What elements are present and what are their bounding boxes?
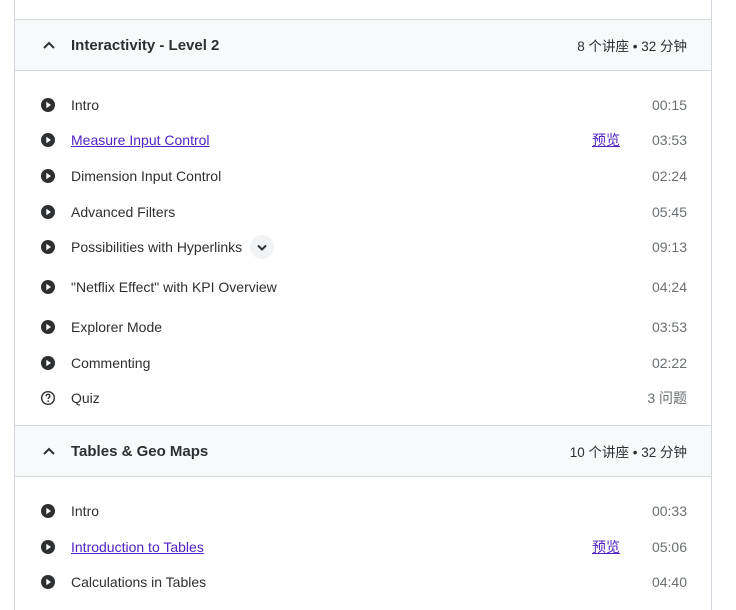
lecture-item[interactable]: Possibilities with Hyperlinks 09:13 <box>15 229 711 265</box>
section-meta: 10 个讲座 • 32 分钟 <box>569 445 687 461</box>
lecture-title: Calculations in Tables <box>71 574 207 591</box>
lecture-title: Advanced Filters <box>71 203 176 220</box>
lecture-title-link[interactable]: Introduction to Tables <box>71 539 592 555</box>
quiz-item[interactable]: Quiz 3 问题 <box>15 381 711 417</box>
lecture-duration: 02:24 <box>651 167 687 184</box>
play-circle-icon <box>41 133 55 148</box>
play-circle-icon <box>41 355 55 370</box>
play-circle-icon <box>41 280 55 295</box>
lecture-item[interactable]: Dimension Input Control 02:24 <box>15 158 711 194</box>
section-interactivity-level-2: Interactivity - Level 2 8 个讲座 • 32 分钟 In… <box>15 19 711 425</box>
lecture-duration: 02:22 <box>651 354 687 371</box>
lecture-duration: 04:24 <box>651 279 687 296</box>
lecture-duration: 00:15 <box>651 96 687 113</box>
course-curriculum: Interactivity - Level 2 8 个讲座 • 32 分钟 In… <box>14 0 712 610</box>
section-title: Tables & Geo Maps <box>71 442 209 460</box>
question-circle-icon <box>40 391 56 406</box>
chevron-up-icon <box>41 37 57 53</box>
section-title: Interactivity - Level 2 <box>71 36 220 54</box>
lecture-duration: 00:33 <box>651 502 687 519</box>
lecture-title: Commenting <box>71 354 151 371</box>
preview-link[interactable]: 预览 <box>592 130 620 150</box>
lecture-item[interactable]: Intro 00:33 <box>15 493 711 529</box>
section-header[interactable]: Tables & Geo Maps 10 个讲座 • 32 分钟 <box>15 425 711 478</box>
lecture-item[interactable]: Calculations in Tables 04:40 <box>15 564 711 600</box>
play-circle-icon <box>41 204 55 219</box>
expand-description-button[interactable] <box>250 235 275 260</box>
lecture-duration: 03:53 <box>651 132 687 149</box>
play-circle-icon <box>41 240 55 255</box>
lecture-duration: 03:53 <box>651 319 687 336</box>
lecture-duration: 09:13 <box>651 239 687 256</box>
play-circle-icon <box>41 168 55 183</box>
section-meta: 8 个讲座 • 32 分钟 <box>577 39 687 54</box>
lecture-title-wrap: Possibilities with Hyperlinks <box>71 235 652 260</box>
chevron-down-icon <box>257 244 267 251</box>
lecture-title: Explorer Mode <box>71 319 163 336</box>
section-tables-geo-maps: Tables & Geo Maps 10 个讲座 • 32 分钟 Intro 0… <box>15 425 711 609</box>
play-circle-icon <box>41 97 55 112</box>
lecture-item[interactable]: Advanced Filters 05:45 <box>15 194 711 230</box>
lecture-item[interactable]: Intro 00:15 <box>15 87 711 123</box>
lecture-title: "Netflix Effect" with KPI Overview <box>71 279 277 296</box>
lecture-duration: 05:06 <box>651 538 687 555</box>
play-circle-icon <box>41 503 55 518</box>
lecture-title-link[interactable]: Measure Input Control <box>71 132 592 148</box>
quiz-question-count: 3 问题 <box>647 390 687 407</box>
lecture-title: Intro <box>71 502 100 519</box>
lecture-item[interactable]: Explorer Mode 03:53 <box>15 309 711 345</box>
lecture-list: Intro 00:15 Measure Input Control 预览 03:… <box>15 71 711 425</box>
lecture-item[interactable]: Measure Input Control 预览 03:53 <box>15 123 711 159</box>
lecture-duration: 04:40 <box>651 574 687 591</box>
lecture-title: Intro <box>71 96 100 113</box>
lecture-item[interactable]: Commenting 02:22 <box>15 345 711 381</box>
lecture-list: Intro 00:33 Introduction to Tables 预览 05… <box>15 477 711 609</box>
lecture-title: Dimension Input Control <box>71 167 222 184</box>
preview-link[interactable]: 预览 <box>592 537 620 557</box>
lecture-item[interactable]: Introduction to Tables 预览 05:06 <box>15 529 711 565</box>
lecture-title: Possibilities with Hyperlinks <box>71 239 243 256</box>
play-circle-icon <box>41 320 55 335</box>
lecture-item[interactable]: "Netflix Effect" with KPI Overview 04:24 <box>15 265 711 309</box>
quiz-title: Quiz <box>71 390 100 407</box>
section-header[interactable]: Interactivity - Level 2 8 个讲座 • 32 分钟 <box>15 19 711 71</box>
previous-section-end <box>15 0 711 19</box>
play-circle-icon <box>41 539 55 554</box>
lecture-duration: 05:45 <box>651 203 687 220</box>
chevron-up-icon <box>41 443 57 459</box>
play-circle-icon <box>41 575 55 590</box>
